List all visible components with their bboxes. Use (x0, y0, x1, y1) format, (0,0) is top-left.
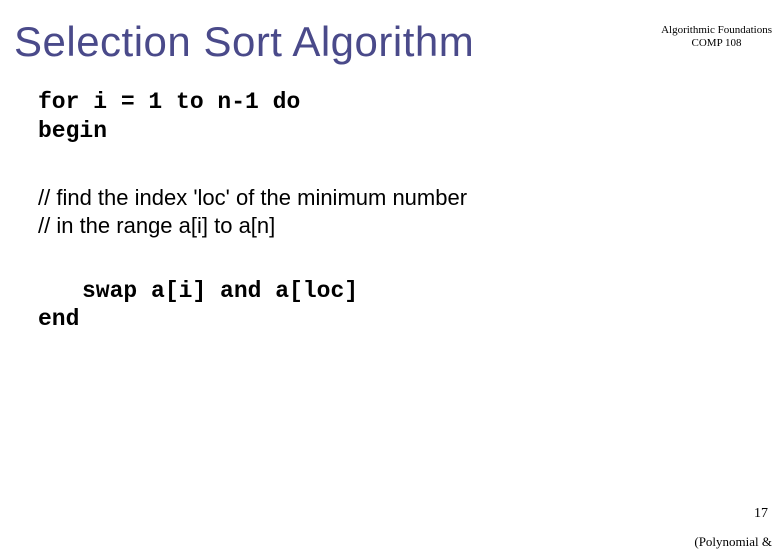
comment-line-2: // in the range a[i] to a[n] (38, 212, 780, 241)
header-course-info: Algorithmic Foundations COMP 108 (661, 24, 772, 50)
code-line-for: for i = 1 to n-1 do (38, 88, 780, 117)
comment-line-1: // find the index 'loc' of the minimum n… (38, 184, 780, 213)
course-title: Algorithmic Foundations (661, 24, 772, 37)
code-line-swap: swap a[i] and a[loc] (38, 277, 780, 306)
code-line-begin: begin (38, 117, 780, 146)
page-number: 17 (754, 506, 768, 522)
course-code: COMP 108 (661, 37, 772, 50)
slide-content: for i = 1 to n-1 do begin // find the in… (38, 88, 780, 334)
code-block-end: swap a[i] and a[loc] end (38, 277, 780, 335)
code-line-end: end (38, 305, 780, 334)
footer-text: (Polynomial & (694, 534, 772, 550)
comment-block: // find the index 'loc' of the minimum n… (38, 184, 780, 241)
